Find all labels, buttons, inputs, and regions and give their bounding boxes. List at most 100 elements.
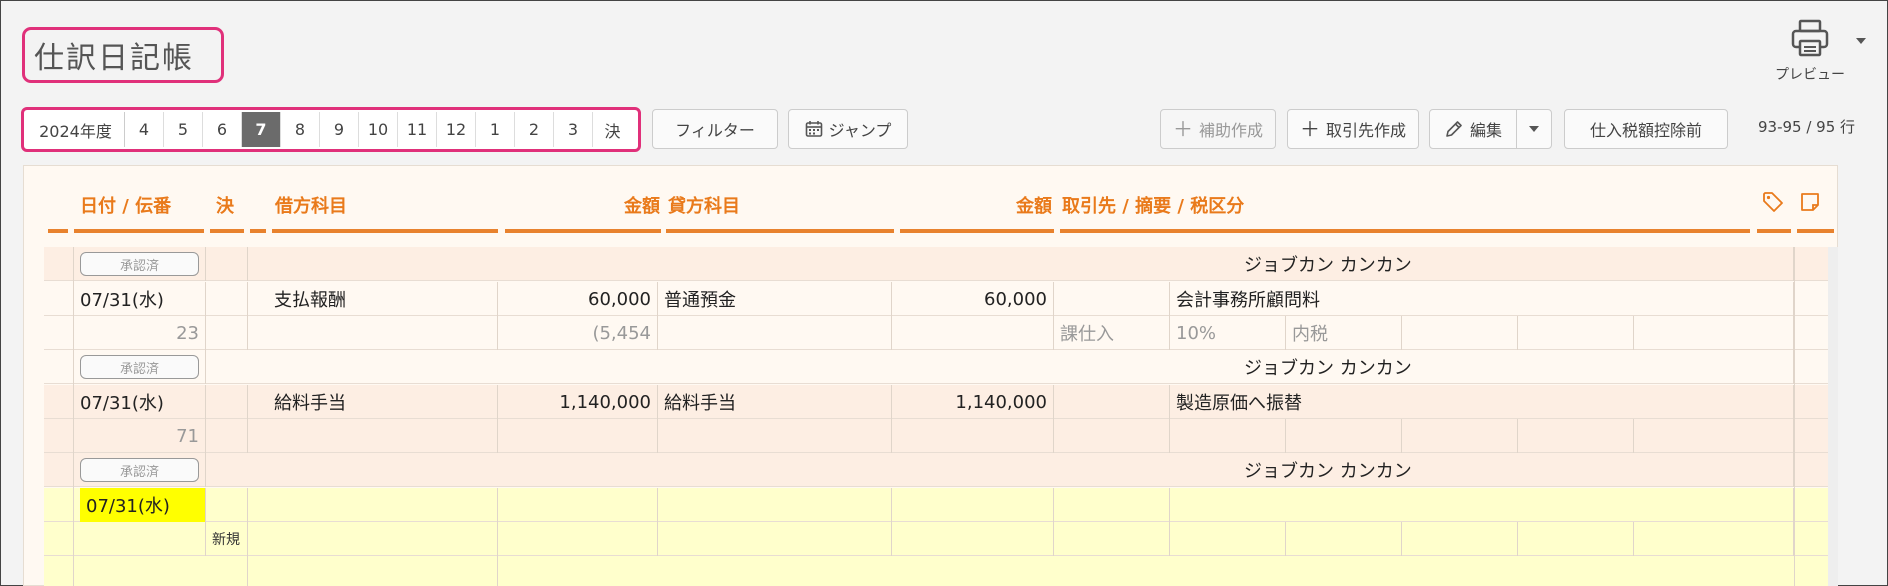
header-underline <box>666 229 894 233</box>
new-entry-row[interactable]: 新規 <box>44 522 1838 556</box>
table-row[interactable]: 承認済 ジョブカン カンカン <box>44 453 1838 487</box>
month-selector: 2024年度 4 5 6 7 8 9 10 11 12 1 2 3 決 <box>27 112 632 147</box>
tag-icon[interactable] <box>1762 191 1784 213</box>
table-row[interactable]: 承認済 ジョブカン カンカン <box>44 247 1838 281</box>
status-cell: 承認済 <box>74 453 206 487</box>
col-header-partner[interactable]: 取引先 / 摘要 / 税区分 <box>1062 192 1244 218</box>
debit-account-cell[interactable]: 給料手当 <box>268 385 498 419</box>
month-settlement[interactable]: 決 <box>593 112 632 147</box>
description-cell[interactable]: 製造原価へ振替 <box>1170 385 1794 419</box>
cell <box>1634 419 1794 453</box>
month-10[interactable]: 10 <box>359 112 398 147</box>
month-2[interactable]: 2 <box>515 112 554 147</box>
month-5[interactable]: 5 <box>164 112 203 147</box>
aux-create-label: 補助作成 <box>1198 121 1263 140</box>
col-header-debit-amount[interactable]: 金額 <box>560 192 660 218</box>
settle-cell <box>206 282 248 316</box>
month-4[interactable]: 4 <box>125 112 164 147</box>
tax-category-cell[interactable]: 課仕入 <box>1054 316 1170 350</box>
filter-button[interactable]: フィルター <box>652 109 778 149</box>
debit-tax-cell: (5,454 <box>498 316 658 350</box>
description-input[interactable] <box>1170 488 1794 522</box>
col-header-date[interactable]: 日付 / 伝番 <box>80 192 171 218</box>
cell[interactable] <box>1634 522 1794 556</box>
new-label: 新規 <box>212 532 240 548</box>
header-underline <box>1797 229 1834 233</box>
month-6[interactable]: 6 <box>203 112 242 147</box>
new-date-input[interactable]: 07/31(水) <box>80 488 206 522</box>
cell[interactable] <box>1170 522 1286 556</box>
cell[interactable] <box>1402 522 1518 556</box>
col-header-settle[interactable]: 決 <box>216 192 234 218</box>
month-1[interactable]: 1 <box>476 112 515 147</box>
partner-input[interactable] <box>1054 488 1170 522</box>
cell[interactable] <box>658 522 892 556</box>
cell[interactable] <box>268 522 498 556</box>
debit-account-input[interactable] <box>268 488 498 522</box>
debit-amount-cell[interactable]: 60,000 <box>498 282 658 316</box>
table-row[interactable]: 23 (5,454 課仕入 10% 内税 <box>44 316 1838 350</box>
cell[interactable] <box>1518 522 1634 556</box>
user-cell: ジョブカン カンカン <box>1238 350 1794 384</box>
status-cell: 承認済 <box>74 350 206 384</box>
date-cell[interactable]: 07/31(水) <box>74 385 206 419</box>
month-9[interactable]: 9 <box>320 112 359 147</box>
month-7[interactable]: 7 <box>242 112 281 147</box>
plus-icon: ＋ <box>1172 117 1193 141</box>
header-underline <box>48 229 68 233</box>
credit-account-cell[interactable]: 普通預金 <box>658 282 892 316</box>
description-cell[interactable]: 会計事務所顧問料 <box>1170 282 1794 316</box>
cell <box>206 316 248 350</box>
jump-button[interactable]: ジャンプ <box>788 109 908 149</box>
month-11[interactable]: 11 <box>398 112 437 147</box>
cell[interactable] <box>1286 522 1402 556</box>
vertical-scrollbar[interactable] <box>1828 247 1838 586</box>
col-header-credit-amount[interactable]: 金額 <box>952 192 1052 218</box>
table-row[interactable]: 07/31(水) 給料手当 1,140,000 給料手当 1,140,000 製… <box>44 385 1838 419</box>
tax-mode-button[interactable]: 仕入税額控除前 <box>1564 109 1728 149</box>
cell <box>1518 316 1634 350</box>
col-header-credit-account[interactable]: 貸方科目 <box>668 192 740 218</box>
edit-dropdown-button[interactable] <box>1516 109 1552 149</box>
cell[interactable] <box>498 522 658 556</box>
note-icon[interactable] <box>1800 192 1820 212</box>
edit-button[interactable]: 編集 <box>1429 109 1517 149</box>
cell <box>658 419 892 453</box>
table-row[interactable]: 07/31(水) 支払報酬 60,000 普通預金 60,000 会計事務所顧問… <box>44 282 1838 316</box>
debit-amount-input[interactable] <box>498 488 658 522</box>
credit-account-input[interactable] <box>658 488 892 522</box>
preview-dropdown-icon[interactable] <box>1856 38 1866 44</box>
cell[interactable] <box>268 556 498 586</box>
header-underline <box>250 229 266 233</box>
month-3[interactable]: 3 <box>554 112 593 147</box>
fiscal-year-button[interactable]: 2024年度 <box>27 112 125 147</box>
table-row[interactable]: 71 <box>44 419 1838 453</box>
date-cell[interactable]: 07/31(水) <box>74 282 206 316</box>
voucher-number-cell: 71 <box>74 419 206 453</box>
debit-account-cell[interactable]: 支払報酬 <box>268 282 498 316</box>
table-row[interactable]: 承認済 ジョブカン カンカン <box>44 350 1838 384</box>
new-entry-row[interactable] <box>44 556 1838 586</box>
filter-label: フィルター <box>675 121 755 140</box>
credit-amount-cell[interactable]: 60,000 <box>892 282 1054 316</box>
row-gutter <box>44 247 74 586</box>
month-8[interactable]: 8 <box>281 112 320 147</box>
cell[interactable] <box>1054 522 1170 556</box>
printer-icon <box>1791 19 1829 57</box>
settle-cell[interactable] <box>206 488 248 522</box>
month-12[interactable]: 12 <box>437 112 476 147</box>
col-header-debit-account[interactable]: 借方科目 <box>275 192 347 218</box>
preview-button[interactable]: プレビュー <box>1770 18 1850 84</box>
debit-amount-cell[interactable]: 1,140,000 <box>498 385 658 419</box>
new-entry-row[interactable]: 07/31(水) <box>44 488 1838 522</box>
tax-type-cell[interactable]: 内税 <box>1286 316 1402 350</box>
tax-rate-cell[interactable]: 10% <box>1170 316 1286 350</box>
credit-amount-input[interactable] <box>892 488 1054 522</box>
credit-account-cell[interactable]: 給料手当 <box>658 385 892 419</box>
header-underline <box>272 229 498 233</box>
credit-amount-cell[interactable]: 1,140,000 <box>892 385 1054 419</box>
voucher-number-input[interactable] <box>74 522 206 556</box>
aux-create-button[interactable]: ＋ 補助作成 <box>1160 109 1276 149</box>
cell[interactable] <box>892 522 1054 556</box>
partner-create-button[interactable]: ＋ 取引先作成 <box>1287 109 1419 149</box>
